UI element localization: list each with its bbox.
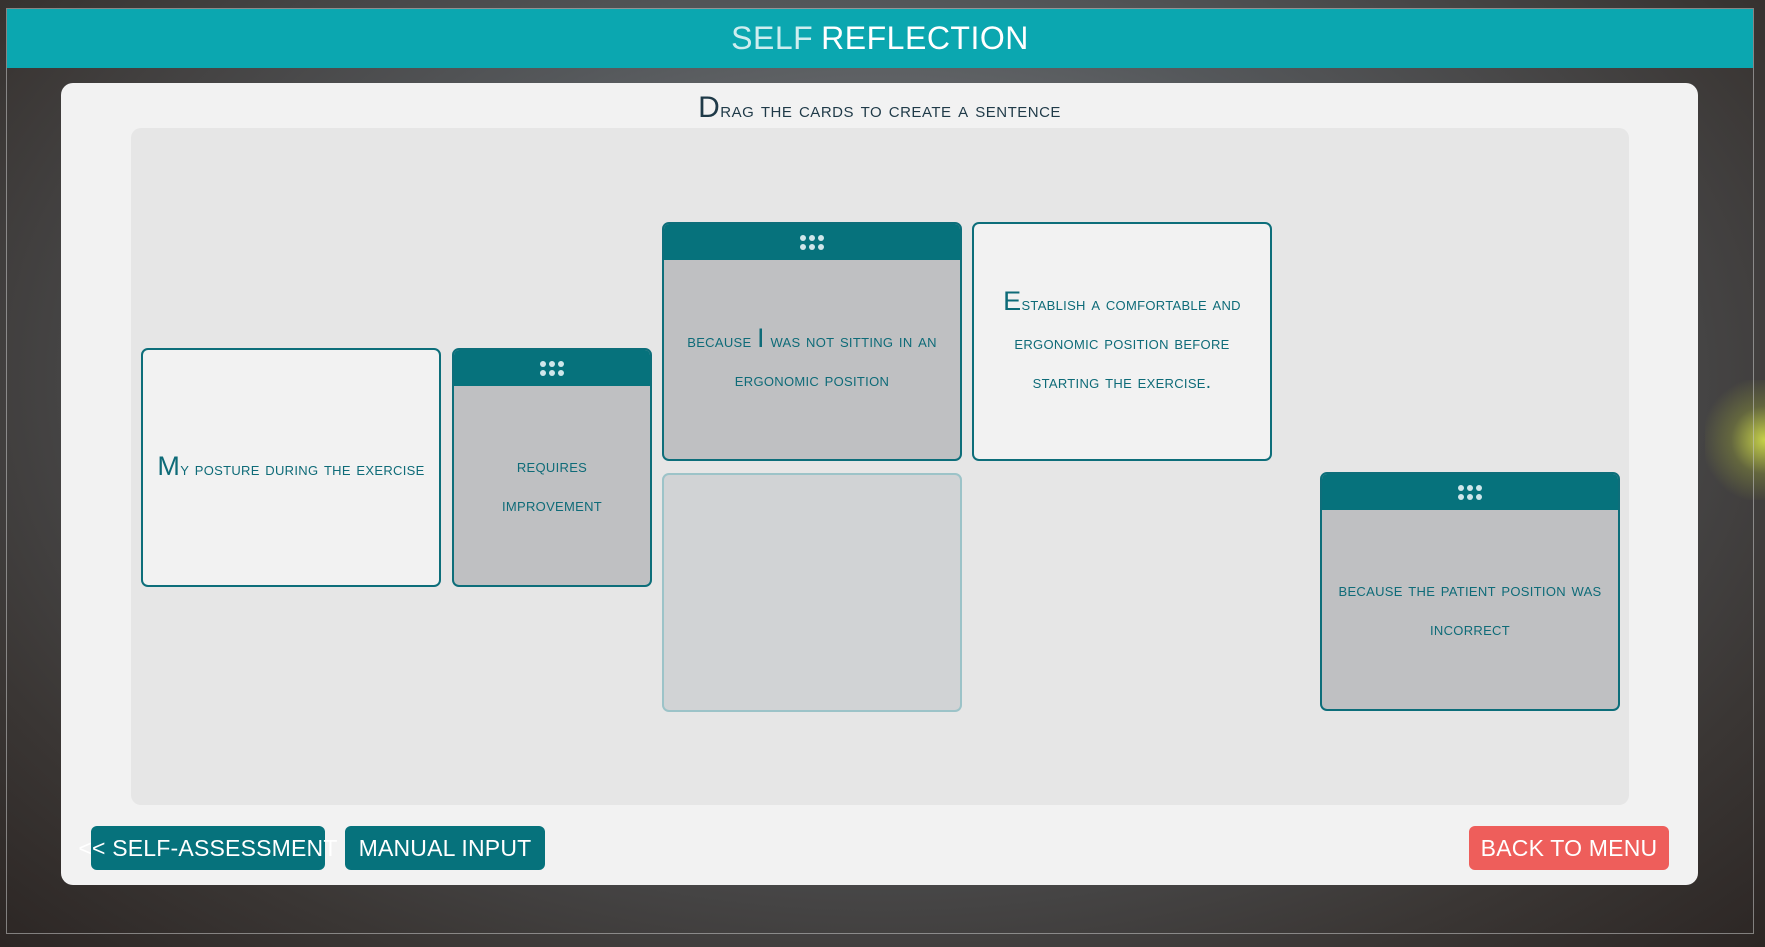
sentence-card-subject: My posture during the exercise: [141, 348, 441, 587]
title-light-part: SELF: [731, 20, 814, 56]
card-text: requires improvement: [501, 455, 603, 516]
card-text-pre: because: [687, 331, 758, 352]
card-text: My posture during the exercise: [143, 350, 439, 585]
card-text-rest: y posture during the exercise: [180, 458, 425, 480]
card-text-rest: was not sitting in an ergonomic position: [734, 331, 937, 391]
card-text: because I was not sitting in an ergonomi…: [664, 260, 960, 459]
card-text: Establish a comfortable and ergonomic po…: [974, 224, 1270, 459]
instruction-heading: Drag the cards to create a sentence: [61, 91, 1698, 125]
self-assessment-button[interactable]: << SELF-ASSESSMENT: [78, 826, 337, 870]
drag-grip-icon: [800, 234, 824, 250]
title-bold-part: REFLECTION: [821, 20, 1029, 56]
card-workspace: My posture during the exercise requires …: [131, 128, 1629, 805]
empty-card-slot[interactable]: [662, 473, 962, 712]
main-panel: Drag the cards to create a sentence My p…: [61, 83, 1698, 885]
drag-grip-icon: [1458, 484, 1482, 500]
sentence-card-solution: Establish a comfortable and ergonomic po…: [972, 222, 1272, 461]
instruction-rest: rag the cards to create a sentence: [720, 97, 1061, 122]
back-to-menu-button[interactable]: BACK TO MENU: [1469, 826, 1669, 870]
card-drag-handle[interactable]: [454, 350, 650, 386]
title-bar: SELF REFLECTION: [7, 9, 1753, 68]
instruction-initial: D: [698, 91, 721, 124]
card-drag-handle[interactable]: [1322, 474, 1618, 510]
draggable-card-patient-position[interactable]: because the patient position was incorre…: [1320, 472, 1620, 711]
draggable-card-not-sitting-ergonomic[interactable]: because I was not sitting in an ergonomi…: [662, 222, 962, 461]
card-text-initial: I: [757, 323, 765, 353]
drag-grip-icon: [540, 360, 564, 376]
manual-input-button[interactable]: MANUAL INPUT: [345, 826, 545, 870]
card-text-initial: M: [157, 450, 181, 481]
window-title: SELF REFLECTION: [731, 20, 1029, 57]
card-text-rest: stablish a comfortable and ergonomic pos…: [1014, 293, 1241, 393]
card-drag-handle[interactable]: [664, 224, 960, 260]
draggable-card-requires-improvement[interactable]: requires improvement: [452, 348, 652, 587]
card-text-initial: E: [1003, 285, 1022, 316]
card-text: because the patient position was incorre…: [1338, 579, 1602, 640]
